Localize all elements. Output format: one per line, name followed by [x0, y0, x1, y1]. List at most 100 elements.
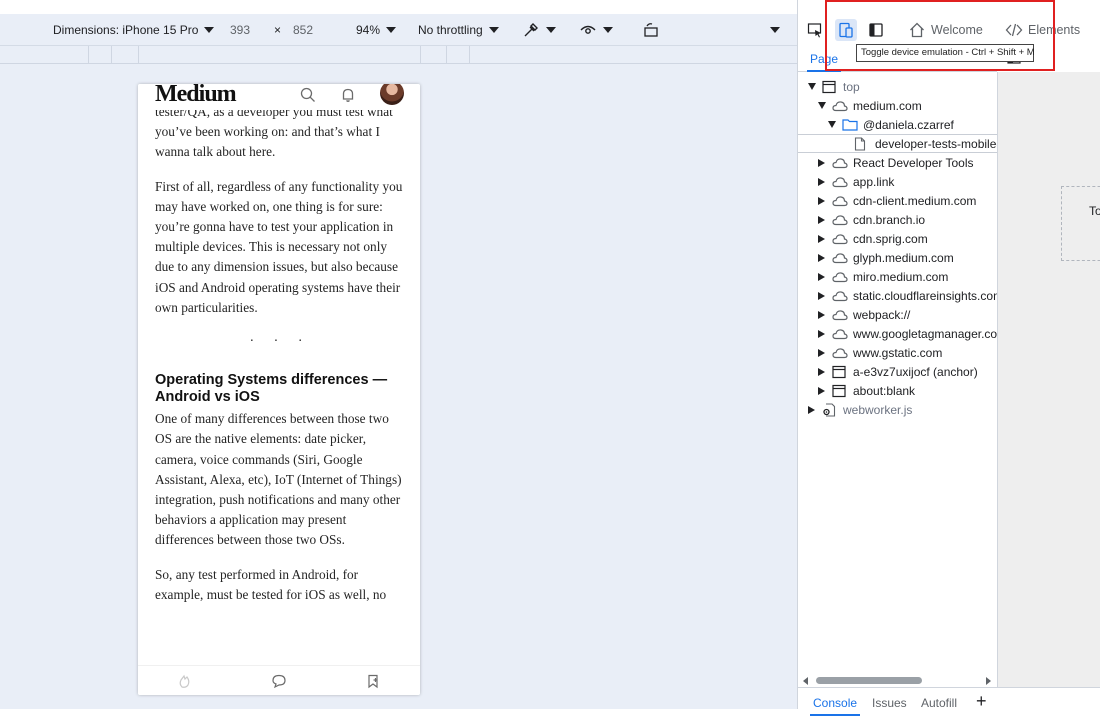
tree-item[interactable]: webpack:// — [798, 305, 997, 324]
tree-item[interactable]: top — [798, 77, 997, 96]
scroll-right-arrow[interactable] — [986, 677, 991, 685]
collapsed-arrow-icon[interactable] — [818, 158, 825, 167]
tree-item[interactable]: www.googletagmanager.con — [798, 324, 997, 343]
zoom-dropdown[interactable]: 94% — [356, 14, 397, 46]
collapsed-arrow-icon[interactable] — [818, 310, 825, 319]
times-sign: × — [274, 23, 282, 37]
eye-icon — [580, 25, 596, 34]
tree-item[interactable]: glyph.medium.com — [798, 248, 997, 267]
scroll-left-arrow[interactable] — [803, 677, 808, 685]
toggle-sidebar-button[interactable] — [865, 19, 887, 41]
tab-issues[interactable]: Issues — [872, 696, 907, 710]
cloud-icon — [832, 308, 848, 322]
tree-item[interactable]: cdn.branch.io — [798, 210, 997, 229]
eyedropper-icon — [524, 23, 538, 37]
tree-item-label: cdn.sprig.com — [853, 231, 928, 246]
expanded-arrow-icon[interactable] — [828, 121, 836, 128]
folder-icon — [842, 118, 858, 132]
medium-logo[interactable]: Medium — [155, 84, 237, 108]
tree-item-label: a-e3vz7uxijocf (anchor) — [853, 364, 978, 379]
collapsed-arrow-icon[interactable] — [818, 291, 825, 300]
cloud-icon — [832, 213, 848, 227]
phone-viewport: Medium tester/QA, as a developer you mus… — [138, 84, 420, 695]
tree-item[interactable]: static.cloudflareinsights.com — [798, 286, 997, 305]
tree-item[interactable]: a-e3vz7uxijocf (anchor) — [798, 362, 997, 381]
tab-elements[interactable]: Elements — [1005, 14, 1080, 46]
tab-autofill[interactable]: Autofill — [921, 696, 957, 710]
height-input[interactable]: 852 — [293, 14, 313, 46]
collapsed-arrow-icon[interactable] — [818, 234, 825, 243]
expanded-arrow-icon[interactable] — [818, 102, 826, 109]
collapsed-arrow-icon[interactable] — [818, 386, 825, 395]
cloud-icon — [832, 346, 848, 360]
search-icon[interactable] — [298, 85, 318, 105]
section-separator: · · · — [249, 334, 311, 350]
tree-item-label: top — [843, 79, 860, 94]
collapsed-arrow-icon[interactable] — [818, 348, 825, 357]
collapsed-arrow-icon[interactable] — [808, 405, 815, 414]
comment-icon[interactable] — [269, 671, 289, 691]
tree-item[interactable]: @daniela.czarref — [798, 115, 997, 134]
collapsed-arrow-icon[interactable] — [818, 367, 825, 376]
tree-item[interactable]: cdn-client.medium.com — [798, 191, 997, 210]
devtools-toolbar: Welcome Elements — [798, 14, 1100, 46]
collapsed-arrow-icon[interactable] — [818, 329, 825, 338]
tree-item[interactable]: cdn.sprig.com — [798, 229, 997, 248]
avatar[interactable] — [380, 84, 404, 105]
collapsed-arrow-icon[interactable] — [818, 196, 825, 205]
tree-item-label: miro.medium.com — [853, 269, 949, 284]
file-tree: top medium.com @daniela.czarref developer-t… — [798, 77, 997, 672]
clap-icon[interactable] — [175, 671, 195, 691]
bell-icon[interactable] — [338, 85, 358, 105]
article-paragraph: First of all, regardless of any function… — [155, 178, 403, 315]
tree-item[interactable]: developer-tests-mobile- — [798, 134, 997, 153]
tree-item-label: medium.com — [853, 98, 922, 113]
scrollbar-thumb[interactable] — [816, 677, 922, 684]
vision-button[interactable] — [579, 14, 613, 46]
rotate-button[interactable] — [642, 14, 660, 46]
collapsed-arrow-icon[interactable] — [818, 177, 825, 186]
collapsed-arrow-icon[interactable] — [818, 272, 825, 281]
sensors-button[interactable] — [522, 14, 556, 46]
subtab-page[interactable]: Page — [806, 52, 842, 72]
tree-item[interactable]: webworker.js — [798, 400, 997, 419]
article-action-bar — [138, 665, 420, 695]
expanded-arrow-icon[interactable] — [808, 83, 816, 90]
dimensions-label: Dimensions: iPhone 15 Pro — [53, 23, 199, 37]
tree-item[interactable]: about:blank — [798, 381, 997, 400]
tree-item-label: @daniela.czarref — [863, 117, 954, 132]
gear-file-icon — [822, 402, 838, 417]
tree-item-label: app.link — [853, 174, 895, 189]
tree-item[interactable]: medium.com — [798, 96, 997, 115]
drop-hint-box: To — [1061, 186, 1100, 261]
collapsed-arrow-icon[interactable] — [818, 253, 825, 262]
bookmark-icon[interactable] — [363, 671, 383, 691]
tab-console[interactable]: Console — [809, 696, 861, 716]
tab-welcome[interactable]: Welcome — [908, 14, 983, 46]
horizontal-scrollbar[interactable] — [798, 674, 997, 688]
tree-item[interactable]: www.gstatic.com — [798, 343, 997, 362]
tree-item[interactable]: app.link — [798, 172, 997, 191]
code-icon — [1005, 23, 1023, 37]
article-body: tester/QA, as a developer you must test … — [155, 102, 405, 619]
article-paragraph: One of many differences between those tw… — [155, 411, 402, 548]
cloud-icon — [832, 99, 848, 113]
width-input[interactable]: 393 — [230, 14, 250, 46]
device-emulation-area: Dimensions: iPhone 15 Pro 393 × 852 94% … — [0, 0, 797, 709]
inspect-element-button[interactable] — [804, 19, 826, 41]
tree-item[interactable]: React Developer Tools — [798, 153, 997, 172]
article-paragraph: So, any test performed in Android, for e… — [155, 566, 387, 602]
home-icon — [910, 22, 924, 38]
tree-item-label: www.googletagmanager.con — [853, 326, 997, 341]
article-heading: Operating Systems differences — Android … — [155, 372, 388, 406]
frame-icon — [832, 365, 848, 379]
more-options-button[interactable] — [770, 14, 780, 46]
collapsed-arrow-icon[interactable] — [818, 215, 825, 224]
tree-item[interactable]: miro.medium.com — [798, 267, 997, 286]
sidebar-icon — [869, 23, 883, 37]
dimensions-dropdown[interactable]: Dimensions: iPhone 15 Pro — [53, 14, 215, 46]
throttling-dropdown[interactable]: No throttling — [418, 14, 499, 46]
toggle-device-emulation-button[interactable] — [835, 19, 857, 41]
throttling-value: No throttling — [418, 23, 483, 37]
tree-item-label: cdn-client.medium.com — [853, 193, 977, 208]
